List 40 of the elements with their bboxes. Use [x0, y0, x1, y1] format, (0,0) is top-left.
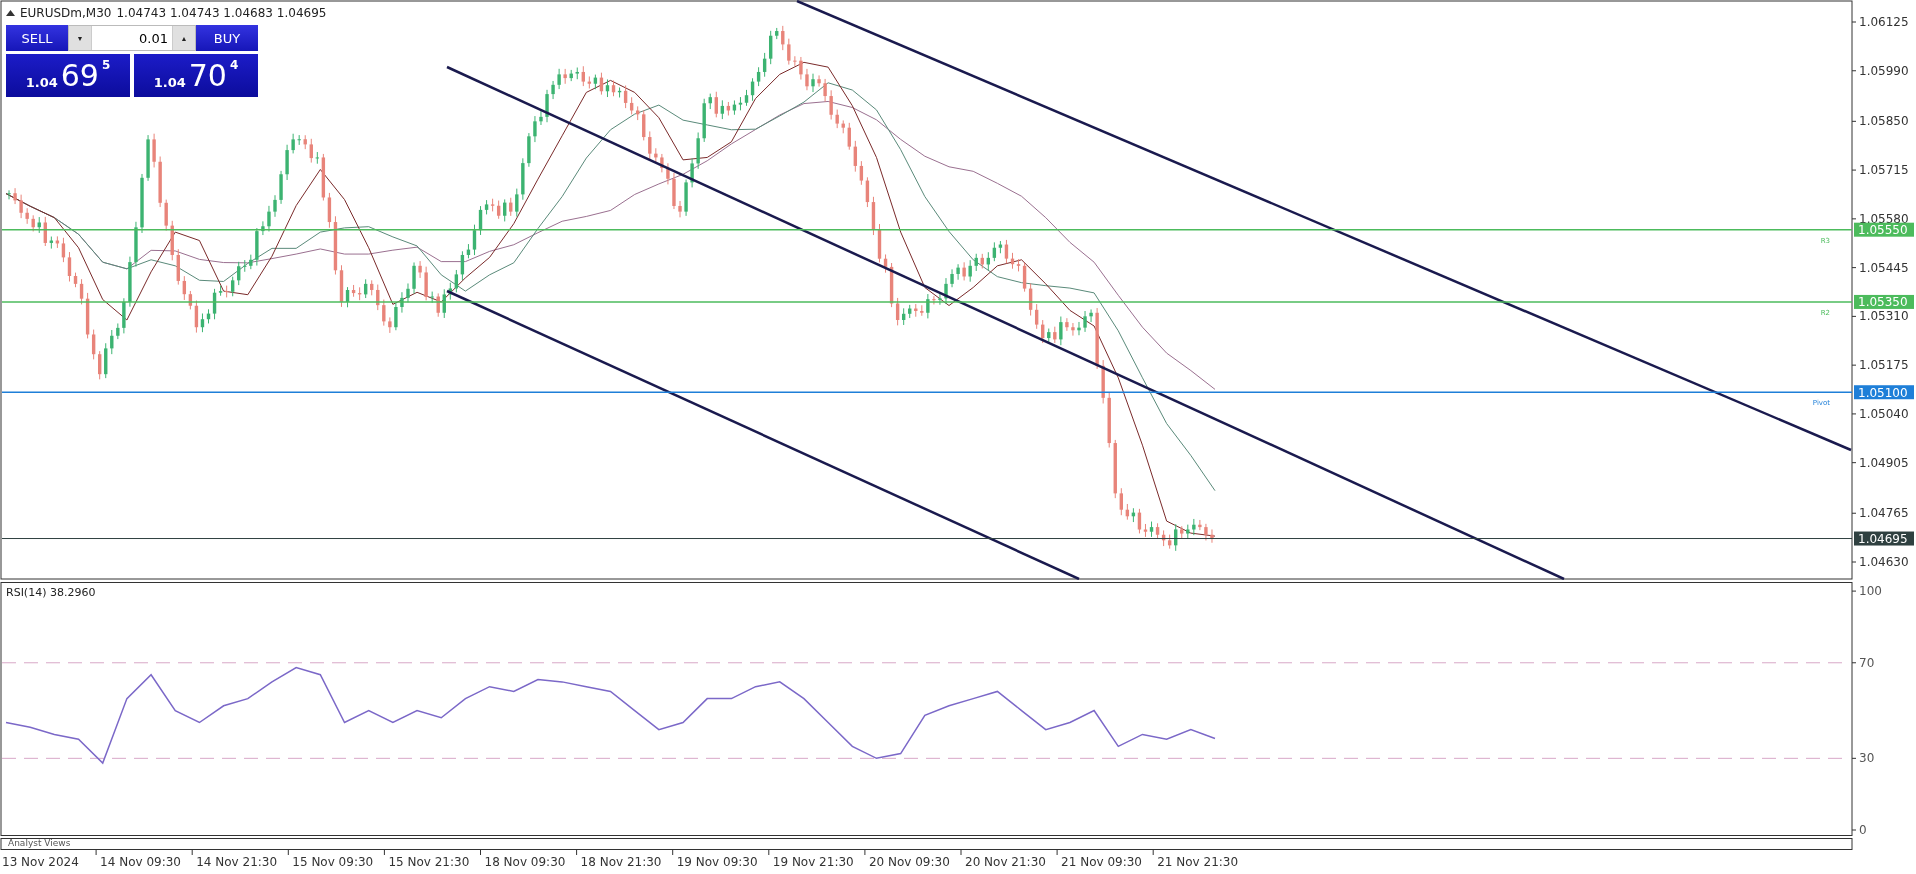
time-tick-label: 18 Nov 21:30	[580, 855, 662, 869]
rsi-tick-label: 30	[1859, 751, 1875, 766]
pane-title: Analyst Views	[8, 838, 71, 849]
time-tick-label: 20 Nov 21:30	[965, 855, 1046, 869]
price-tag: 1.05350	[1854, 294, 1914, 310]
time-tick-label: 15 Nov 21:30	[388, 855, 470, 869]
time-tick-label: 19 Nov 09:30	[676, 855, 758, 869]
time-tick-label: 15 Nov 09:30	[292, 855, 374, 869]
price-tag: 1.05100	[1854, 385, 1914, 400]
price-tick-label: 1.06125	[1859, 15, 1909, 29]
price-tick-label: 1.05445	[1859, 260, 1909, 275]
time-tick-label: 19 Nov 21:30	[772, 855, 854, 869]
rsi-label: RSI(14) 38.2960	[6, 586, 96, 599]
rsi-tick-label: 70	[1859, 655, 1875, 670]
ohlc-values: 1.04743 1.04743 1.04683 1.04695	[116, 6, 327, 20]
price-tick-label: 1.05040	[1859, 406, 1909, 421]
price-tick-label: 1.05850	[1859, 114, 1909, 129]
price-tick-label: 1.04630	[1859, 555, 1909, 569]
time-tick-label: 21 Nov 21:30	[1157, 855, 1239, 869]
price-tag: 1.05550	[1854, 222, 1914, 238]
price-tick-label: 1.05310	[1859, 309, 1909, 324]
volume-field[interactable]: 0.01	[91, 26, 173, 50]
symbol-label: EURUSDm,M30	[20, 6, 112, 20]
sell-button[interactable]: SELL	[6, 25, 68, 51]
price-tag: 1.04695	[1854, 531, 1914, 546]
price-tick-label: 1.05715	[1859, 163, 1909, 178]
time-tick-label: 14 Nov 09:30	[100, 855, 181, 869]
time-tick-label: 18 Nov 09:30	[484, 855, 566, 869]
time-tick-label: 14 Nov 21:30	[196, 855, 278, 869]
time-tick-label: 20 Nov 09:30	[868, 855, 950, 869]
buy-button[interactable]: BUY	[196, 25, 258, 51]
triangle-icon[interactable]	[6, 10, 15, 16]
price-tick-label: 1.04765	[1859, 506, 1909, 521]
rsi-tick-label: 100	[1859, 584, 1882, 599]
price-tick-label: 1.05175	[1859, 358, 1909, 373]
price-tick-label: 1.05990	[1859, 63, 1909, 78]
time-tick-label: 21 Nov 09:30	[1061, 855, 1142, 869]
rsi-tick-label: 0	[1859, 823, 1867, 836]
time-tick-label: 13 Nov 2024	[2, 855, 79, 869]
price-tick-label: 1.04905	[1859, 455, 1909, 470]
